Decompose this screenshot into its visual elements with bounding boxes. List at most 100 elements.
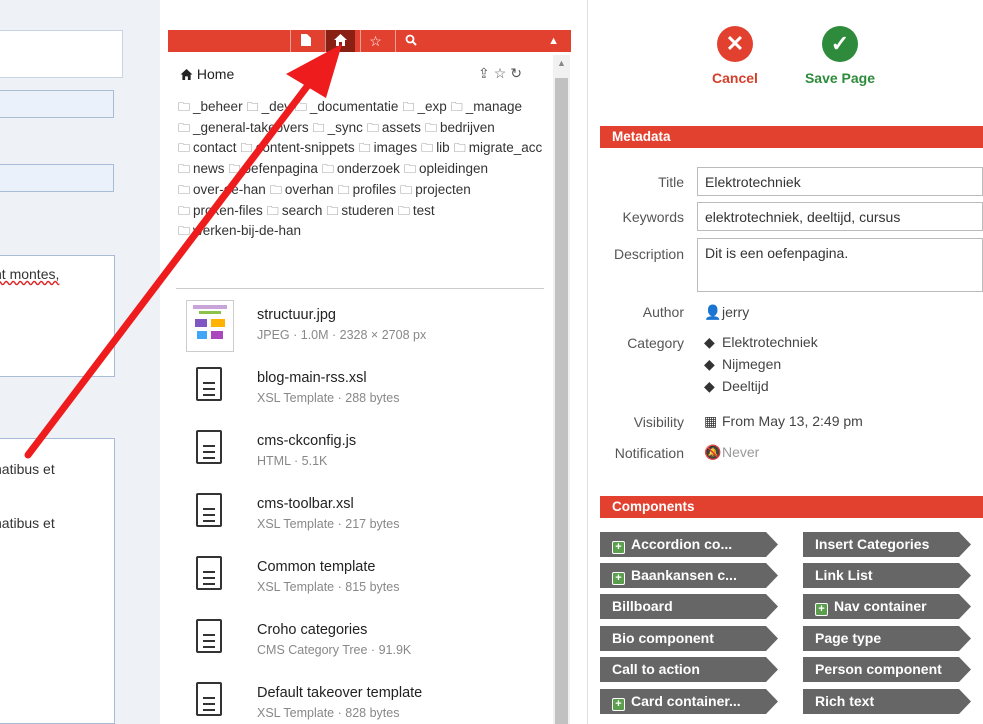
- folder-item[interactable]: images: [359, 138, 418, 159]
- file-item[interactable]: cms-toolbar.xsl XSL Template · 217 bytes: [186, 485, 536, 548]
- file-name: Croho categories: [257, 622, 368, 638]
- keywords-input[interactable]: elektrotechniek, deeltijd, cursus: [697, 202, 983, 231]
- file-meta: CMS Category Tree · 91.9K: [257, 643, 412, 657]
- component-item[interactable]: Insert Categories: [803, 532, 971, 557]
- breadcrumb[interactable]: Home: [180, 66, 234, 82]
- author-value[interactable]: 👤jerry: [704, 304, 749, 321]
- cancel-button[interactable]: ✕ Cancel: [700, 26, 770, 86]
- folder-item[interactable]: news: [178, 159, 225, 180]
- star-icon[interactable]: ☆: [494, 65, 511, 81]
- editor-field[interactable]: [0, 90, 114, 118]
- file-browser: ☆ ▲ Home ⇪☆↻ _beheer_dev_documentatie_ex…: [168, 30, 571, 724]
- document-icon: [196, 493, 222, 527]
- star-icon[interactable]: ☆: [360, 30, 390, 52]
- folder-item[interactable]: migrate_acc: [454, 138, 543, 159]
- page-properties-panel: ✕ Cancel ✓ Save Page Metadata Title Elek…: [588, 0, 983, 724]
- title-input[interactable]: Elektrotechniek: [697, 167, 983, 196]
- file-item[interactable]: Default takeover template XSL Template ·…: [186, 674, 536, 724]
- chevron-up-icon[interactable]: ▲: [548, 30, 559, 52]
- description-textarea[interactable]: Dit is een oefenpagina.: [697, 238, 983, 292]
- home-icon[interactable]: [325, 30, 355, 52]
- scroll-up-icon[interactable]: ▲: [553, 58, 570, 68]
- folder-item[interactable]: _beheer: [178, 97, 243, 118]
- folder-item[interactable]: oefenpagina: [229, 159, 318, 180]
- component-item[interactable]: + Baankansen c...: [600, 563, 778, 588]
- close-icon: ✕: [717, 26, 753, 62]
- scrollbar-thumb[interactable]: [555, 78, 568, 724]
- folder-item[interactable]: profiles: [338, 180, 397, 201]
- folder-item[interactable]: assets: [367, 118, 421, 139]
- file-browser-toolbar: ☆ ▲: [168, 30, 571, 52]
- folder-item[interactable]: studeren: [326, 201, 394, 222]
- folder-item[interactable]: over-de-han: [178, 180, 266, 201]
- component-item[interactable]: Billboard: [600, 594, 778, 619]
- title-label: Title: [658, 174, 684, 190]
- editor-text: natibus et: [0, 515, 55, 531]
- category-item[interactable]: ◆ Deeltijd: [704, 378, 769, 395]
- component-item[interactable]: Bio component: [600, 626, 778, 651]
- editor-textarea[interactable]: nt montes,: [0, 255, 115, 377]
- component-item[interactable]: + Accordion co...: [600, 532, 778, 557]
- author-label: Author: [642, 304, 684, 320]
- file-name: Common template: [257, 559, 376, 575]
- refresh-icon[interactable]: ↻: [510, 65, 526, 81]
- folder-item[interactable]: contact: [178, 138, 237, 159]
- folder-item[interactable]: _general-takeovers: [178, 118, 309, 139]
- component-item[interactable]: Page type: [803, 626, 971, 651]
- file-item[interactable]: Common template XSL Template · 815 bytes: [186, 548, 536, 611]
- save-page-button[interactable]: ✓ Save Page: [799, 26, 881, 86]
- breadcrumb-label: Home: [196, 66, 235, 82]
- folder-item[interactable]: _manage: [451, 97, 522, 118]
- notification-value[interactable]: 🔕Never: [704, 444, 759, 461]
- component-item[interactable]: + Card container...: [600, 689, 778, 714]
- upload-icon[interactable]: ⇪: [478, 65, 494, 81]
- component-item[interactable]: Rich text: [803, 689, 971, 714]
- file-meta: XSL Template · 217 bytes: [257, 517, 400, 531]
- folder-item[interactable]: test: [398, 201, 435, 222]
- folder-item[interactable]: proxen-files: [178, 201, 263, 222]
- home-icon: [180, 69, 193, 80]
- category-item[interactable]: ◆ Elektrotechniek: [704, 334, 818, 351]
- editor-section: [0, 30, 123, 78]
- header-actions: ⇪☆↻: [478, 65, 526, 82]
- folder-item[interactable]: projecten: [400, 180, 471, 201]
- file-browser-header: Home ⇪☆↻: [168, 60, 548, 86]
- keywords-label: Keywords: [622, 209, 684, 225]
- category-label: Category: [627, 335, 684, 351]
- component-item[interactable]: Call to action: [600, 657, 778, 682]
- description-label: Description: [613, 246, 684, 262]
- divider: [176, 288, 544, 289]
- file-item[interactable]: Croho categories CMS Category Tree · 91.…: [186, 611, 536, 674]
- file-meta: HTML · 5.1K: [257, 454, 328, 468]
- editor-field[interactable]: [0, 164, 114, 192]
- component-item[interactable]: + Nav container: [803, 594, 971, 619]
- folder-item[interactable]: overhan: [270, 180, 334, 201]
- file-item[interactable]: structuur.jpg JPEG · 1.0M · 2328 × 2708 …: [186, 296, 536, 359]
- file-icon[interactable]: [290, 30, 320, 52]
- folder-item[interactable]: search: [267, 201, 323, 222]
- editor-textarea[interactable]: natibus et natibus et: [0, 438, 115, 724]
- notification-label: Notification: [614, 445, 684, 461]
- page-editor-background: nt montes, natibus et natibus et: [0, 0, 160, 724]
- visibility-value[interactable]: ▦ From May 13, 2:49 pm: [704, 413, 863, 430]
- file-name: cms-toolbar.xsl: [257, 496, 354, 512]
- search-icon[interactable]: [395, 30, 425, 52]
- component-item[interactable]: Link List: [803, 563, 971, 588]
- folder-item[interactable]: _sync: [313, 118, 363, 139]
- folder-item[interactable]: content-snippets: [241, 138, 355, 159]
- folder-item[interactable]: _documentatie: [295, 97, 399, 118]
- file-item[interactable]: blog-main-rss.xsl XSL Template · 288 byt…: [186, 359, 536, 422]
- category-item[interactable]: ◆ Nijmegen: [704, 356, 781, 373]
- folder-item[interactable]: lib: [421, 138, 450, 159]
- file-item[interactable]: cms-ckconfig.js HTML · 5.1K: [186, 422, 536, 485]
- folder-item[interactable]: _exp: [402, 97, 446, 118]
- folder-item[interactable]: _dev: [247, 97, 291, 118]
- file-meta: XSL Template · 815 bytes: [257, 580, 400, 594]
- folder-item[interactable]: opleidingen: [404, 159, 488, 180]
- folder-item[interactable]: werken-bij-de-han: [178, 221, 301, 242]
- folder-item[interactable]: bedrijven: [425, 118, 495, 139]
- component-item[interactable]: Person component: [803, 657, 971, 682]
- folder-item[interactable]: onderzoek: [322, 159, 400, 180]
- file-meta: XSL Template · 288 bytes: [257, 391, 400, 405]
- tag-icon: ◆: [704, 378, 715, 394]
